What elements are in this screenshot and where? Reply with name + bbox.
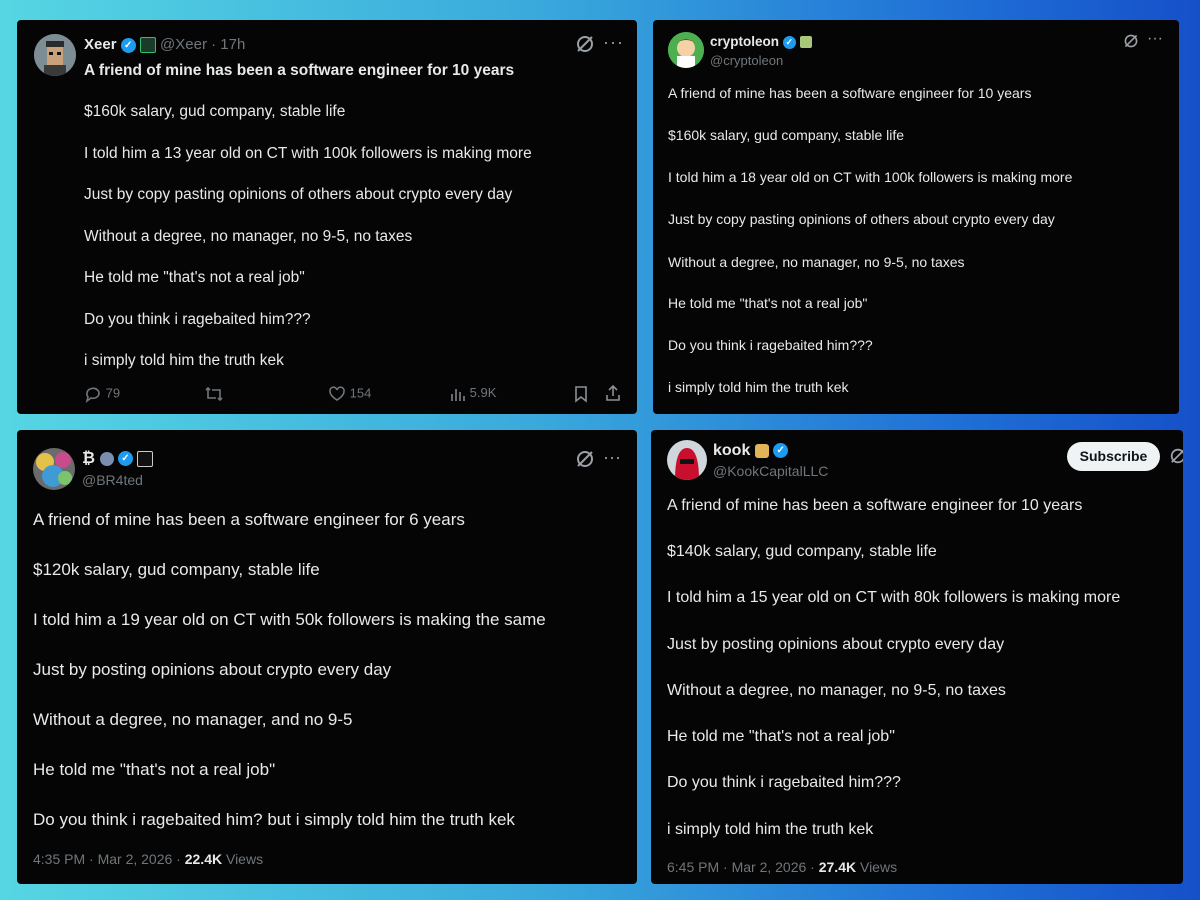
- subscribe-button[interactable]: Subscribe: [1067, 442, 1160, 471]
- tweet-text-line: Do you think i ragebaited him???: [667, 774, 901, 791]
- tweet-text-line: Without a degree, no manager, no 9-5, no…: [667, 682, 1006, 699]
- affiliate-badge-icon: [137, 450, 154, 467]
- view-count: 27.4K: [818, 859, 857, 875]
- verified-badge-icon: ✓: [782, 35, 796, 49]
- tweet-text-line: Just by copy pasting opinions of others …: [668, 211, 1055, 227]
- display-name[interactable]: kook: [713, 442, 750, 459]
- tweet-text-line: Do you think i ragebaited him???: [84, 311, 311, 328]
- tweet-text-line: $140k salary, gud company, stable life: [667, 543, 937, 560]
- more-icon[interactable]: ···: [603, 447, 621, 468]
- reply-button[interactable]: 79: [84, 385, 120, 403]
- tweet-text-line: $160k salary, gud company, stable life: [668, 127, 905, 143]
- view-count: 5.9K: [469, 385, 497, 400]
- avatar[interactable]: [668, 32, 704, 68]
- avatar[interactable]: [34, 34, 76, 76]
- more-icon[interactable]: ···: [1147, 30, 1163, 48]
- avatar[interactable]: [33, 448, 75, 490]
- tweet-text-line: A friend of mine has been a software eng…: [668, 85, 1032, 101]
- tweet-text-line: I told him a 15 year old on CT with 80k …: [667, 589, 1121, 606]
- tweet-text-line: $160k salary, gud company, stable life: [84, 103, 346, 120]
- like-count: 154: [349, 385, 372, 401]
- handle[interactable]: @KookCapitalLLC: [713, 463, 828, 479]
- tweet-text-line: Just by posting opinions about crypto ev…: [33, 660, 392, 679]
- tweet-text-line: A friend of mine has been a software eng…: [84, 62, 515, 79]
- views-label: Views: [859, 859, 898, 875]
- tweet-text-line: I told him a 13 year old on CT with 100k…: [84, 145, 532, 162]
- grok-icon[interactable]: [1169, 447, 1183, 470]
- island-emoji-icon: [754, 443, 769, 458]
- retweet-button[interactable]: [204, 385, 224, 408]
- tweet-text-line: i simply told him the truth kek: [84, 352, 284, 369]
- reply-icon: [85, 387, 100, 403]
- tweet-text-line: Without a degree, no manager, no 9-5, no…: [668, 254, 965, 270]
- verified-badge-icon: ✓: [773, 443, 789, 459]
- tweet-text-line: Without a degree, no manager, and no 9-5: [33, 710, 353, 729]
- tweet-text-line: Just by copy pasting opinions of others …: [84, 186, 513, 203]
- reply-count: 79: [105, 385, 121, 401]
- tweet-text-line: i simply told him the truth kek: [667, 821, 874, 838]
- verified-badge-icon: ✓: [117, 451, 133, 467]
- verified-badge-icon: ✓: [120, 37, 136, 53]
- handle[interactable]: @BR4ted: [82, 472, 143, 488]
- tweet-text-line: He told me "that's not a real job": [667, 728, 895, 745]
- tweet-text-line: He told me "that's not a real job": [33, 760, 276, 779]
- tweet-card-xeer[interactable]: Xeer ✓ @Xeer · 17h ··· A friend of mine …: [17, 20, 637, 414]
- views-label: Views: [225, 851, 264, 867]
- more-icon[interactable]: ···: [603, 32, 624, 53]
- tweet-card-cryptoleon[interactable]: cryptoleon ✓ @cryptoleon ··· A friend of…: [653, 20, 1179, 414]
- tweet-text-line: A friend of mine has been a software eng…: [667, 497, 1083, 514]
- affiliate-badge-icon: [139, 37, 156, 54]
- timestamp[interactable]: 6:45 PM · Mar 2, 2026 ·: [667, 859, 815, 875]
- tweet-text-line: He told me "that's not a real job": [668, 295, 868, 311]
- tweet-card-br4ted[interactable]: ₿ ✓ @BR4ted ··· A friend of mine has bee…: [17, 430, 637, 884]
- like-button[interactable]: 154: [328, 385, 371, 403]
- retweet-icon: [205, 386, 223, 402]
- display-name[interactable]: ₿: [82, 450, 95, 467]
- emoji-icon: [99, 451, 114, 466]
- handle[interactable]: @cryptoleon: [710, 53, 783, 68]
- tweet-text-line: He told me "that's not a real job": [84, 269, 305, 286]
- view-count: 22.4K: [184, 851, 223, 867]
- display-name[interactable]: cryptoleon: [710, 34, 779, 49]
- affiliate-badge-icon: [799, 36, 812, 49]
- tweet-text-line: A friend of mine has been a software eng…: [33, 510, 465, 529]
- grok-icon[interactable]: [1123, 33, 1139, 54]
- views-icon: [451, 388, 465, 401]
- display-name[interactable]: Xeer: [84, 36, 117, 53]
- tweet-text-line: I told him a 18 year old on CT with 100k…: [668, 169, 1073, 185]
- like-icon: [329, 386, 345, 401]
- tweet-text-line: $120k salary, gud company, stable life: [33, 560, 320, 579]
- grok-icon[interactable]: [575, 449, 595, 474]
- handle-and-time[interactable]: @Xeer · 17h: [160, 36, 245, 53]
- tweet-card-kook[interactable]: kook ✓ @KookCapitalLLC Subscribe A frien…: [651, 430, 1183, 884]
- bookmark-icon[interactable]: [573, 385, 589, 408]
- tweet-text-line: Without a degree, no manager, no 9-5, no…: [84, 228, 413, 245]
- views-button[interactable]: 5.9K: [450, 385, 496, 402]
- tweet-text-line: Do you think i ragebaited him???: [668, 337, 873, 353]
- tweet-text-line: Do you think i ragebaited him? but i sim…: [33, 810, 515, 829]
- tweet-text-line: Just by posting opinions about crypto ev…: [667, 636, 1005, 653]
- avatar[interactable]: [667, 440, 707, 480]
- share-icon[interactable]: [604, 384, 622, 407]
- timestamp[interactable]: 4:35 PM · Mar 2, 2026 ·: [33, 851, 181, 867]
- tweet-text-line: I told him a 19 year old on CT with 50k …: [33, 610, 546, 629]
- grok-icon[interactable]: [575, 34, 595, 59]
- tweet-text-line: i simply told him the truth kek: [668, 379, 849, 395]
